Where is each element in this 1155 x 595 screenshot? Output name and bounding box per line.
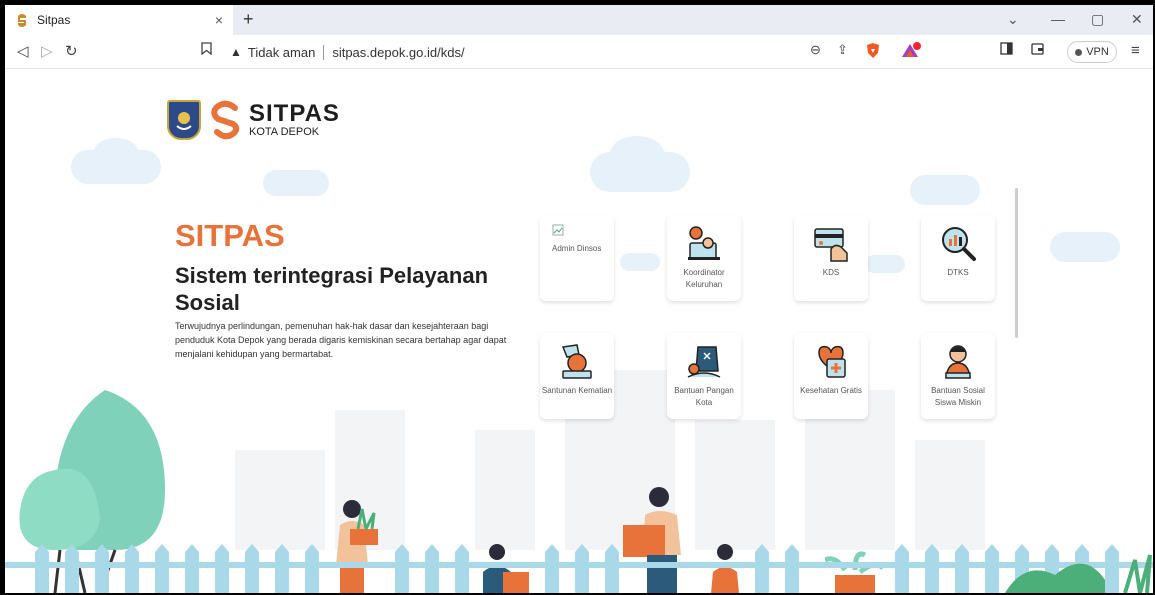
- cloud-decoration: [910, 175, 980, 205]
- new-tab-button[interactable]: +: [243, 9, 254, 30]
- cloud-decoration: [865, 255, 905, 273]
- cloud-decoration: [263, 170, 329, 196]
- sitpas-s-logo-icon: [211, 100, 240, 140]
- sitpas-favicon-icon: [15, 12, 29, 28]
- menu-icon[interactable]: ≡: [1131, 42, 1140, 59]
- tab-strip: Sitpas × + ⌄ — ▢ ✕: [5, 5, 1153, 35]
- building-decoration: [915, 440, 985, 550]
- health-icon: [811, 341, 851, 381]
- menu-card-santunan-kematian[interactable]: Santunan Kematian: [540, 333, 614, 419]
- tab-title: Sitpas: [37, 13, 71, 27]
- vpn-button[interactable]: VPN: [1067, 41, 1117, 63]
- logo-text: SITPAS KOTA DEPOK: [249, 100, 340, 139]
- page-scrollbar[interactable]: [1015, 188, 1018, 338]
- cloud-decoration: [620, 253, 660, 271]
- fence-illustration: [5, 544, 1153, 593]
- cloud-decoration: [93, 138, 139, 168]
- menu-card-kds[interactable]: KDS: [794, 215, 868, 301]
- browser-window: Sitpas × + ⌄ — ▢ ✕ ◁ ▷ ↻ ▲ Tidak aman si…: [5, 5, 1153, 593]
- data-search-icon: [938, 223, 978, 263]
- logo-subtitle: KOTA DEPOK: [249, 126, 320, 138]
- bookmark-icon[interactable]: [201, 42, 212, 59]
- kota-depok-crest-icon: [167, 100, 201, 140]
- menu-card-kesehatan-gratis[interactable]: Kesehatan Gratis: [794, 333, 868, 419]
- menu-card-label: KDS: [822, 268, 840, 277]
- food-aid-icon: [684, 341, 724, 381]
- vpn-status-icon: [1075, 48, 1083, 56]
- menu-card-bantuan-sosial-siswa-miskin[interactable]: Bantuan Sosial Siswa Miskin: [921, 333, 995, 419]
- coordinator-icon: [684, 223, 724, 263]
- page-content: SITPAS KOTA DEPOK SITPAS Sistem terinteg…: [5, 70, 1153, 593]
- wallet-icon[interactable]: [1031, 42, 1044, 59]
- menu-card-label: Bantuan Pangan Kota: [674, 386, 734, 407]
- sidebar-icon[interactable]: [1000, 42, 1013, 59]
- share-icon[interactable]: ⇪: [837, 42, 848, 58]
- url-text: sitpas.depok.go.id/kds/: [332, 44, 465, 60]
- menu-card-label: Bantuan Sosial Siswa Miskin: [931, 386, 985, 407]
- menu-card-label: Santunan Kematian: [541, 386, 613, 395]
- menu-card-label: DTKS: [947, 268, 969, 277]
- menu-card-dtks[interactable]: DTKS: [921, 215, 995, 301]
- building-decoration: [475, 430, 535, 550]
- browser-toolbar: ◁ ▷ ↻ ▲ Tidak aman sitpas.depok.go.id/kd…: [5, 35, 1153, 69]
- tab-sitpas[interactable]: Sitpas ×: [5, 5, 233, 35]
- warning-triangle-icon: ▲: [230, 45, 242, 59]
- restore-icon[interactable]: ▢: [1091, 11, 1104, 28]
- site-logo[interactable]: SITPAS KOTA DEPOK: [167, 100, 340, 140]
- menu-card-label: Koordinator Keluruhan: [683, 268, 725, 289]
- hero-description: Terwujudnya perlindungan, pemenuhan hak-…: [175, 321, 507, 359]
- menu-card-admin-dinsos[interactable]: Admin Dinsos: [540, 215, 614, 301]
- url-separator: [323, 44, 325, 60]
- forward-icon[interactable]: ▷: [41, 42, 53, 60]
- brave-rewards-icon[interactable]: [900, 42, 922, 63]
- menu-card-label: Kesehatan Gratis: [800, 386, 862, 395]
- minimize-icon[interactable]: —: [1051, 11, 1065, 27]
- back-icon[interactable]: ◁: [17, 42, 29, 60]
- card-hand-icon: [811, 223, 851, 263]
- security-status: Tidak aman: [247, 44, 316, 60]
- building-decoration: [695, 420, 775, 550]
- tab-search-chevron-icon[interactable]: ⌄: [1007, 11, 1019, 28]
- broken-image-icon: [552, 223, 564, 241]
- close-window-icon[interactable]: ✕: [1131, 11, 1143, 28]
- building-decoration: [235, 450, 325, 550]
- menu-card-label: Admin Dinsos: [552, 244, 602, 253]
- brave-shields-icon[interactable]: [865, 42, 881, 63]
- menu-card-bantuan-pangan-kota[interactable]: Bantuan Pangan Kota: [667, 333, 741, 419]
- student-icon: [938, 341, 978, 381]
- menu-card-koordinator-keluruhan[interactable]: Koordinator Keluruhan: [667, 215, 741, 301]
- donation-box-icon: [557, 341, 597, 381]
- cloud-decoration: [1050, 232, 1120, 262]
- reload-icon[interactable]: ↻: [65, 42, 78, 60]
- zoom-icon[interactable]: ⊖: [810, 42, 821, 58]
- tab-close-icon[interactable]: ×: [215, 12, 223, 28]
- hero-title: SITPAS: [175, 218, 285, 253]
- vpn-label: VPN: [1086, 46, 1109, 58]
- cloud-decoration: [610, 136, 664, 172]
- hero-subtitle: Sistem terintegrasi Pelayanan Sosial: [175, 263, 489, 315]
- logo-name: SITPAS: [249, 100, 340, 127]
